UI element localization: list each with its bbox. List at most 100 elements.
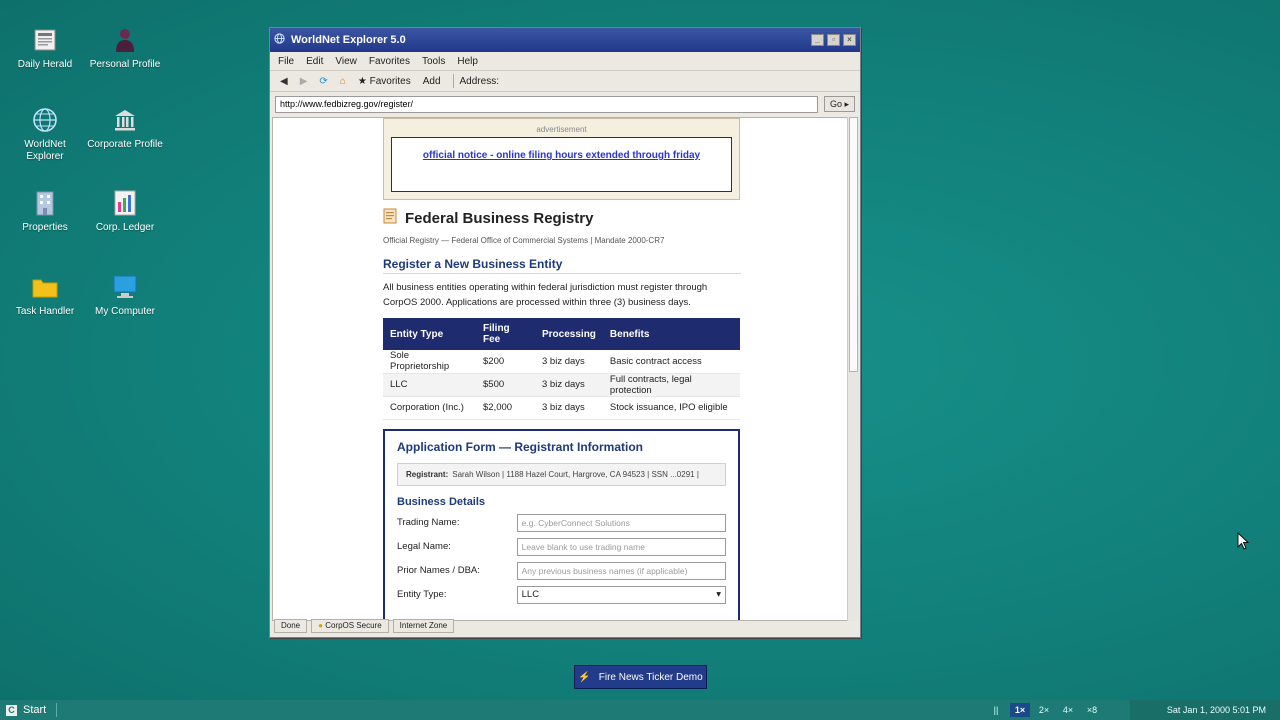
vertical-scrollbar[interactable]: [847, 117, 859, 621]
speed-2x-button[interactable]: 2×: [1034, 703, 1054, 717]
desktop-icon-corp-ledger[interactable]: Corp. Ledger: [85, 188, 165, 234]
entity-type-value: LLC: [521, 589, 540, 600]
form-row-entity-type: Entity Type: LLC ▾: [397, 585, 726, 604]
pause-button[interactable]: ||: [986, 703, 1006, 717]
back-icon[interactable]: ◀: [280, 76, 288, 87]
registrant-info: Registrant: Sarah Wilson | 1188 Hazel Co…: [397, 462, 726, 486]
add-button[interactable]: Add: [423, 76, 441, 87]
menu-file[interactable]: File: [278, 56, 294, 67]
desktop-icon-corporate-profile[interactable]: Corporate Profile: [85, 105, 165, 151]
table-cell: Corporation (Inc.): [383, 396, 476, 420]
status-bar: Done ● CorpOS Secure Internet Zone: [272, 617, 858, 635]
desktop-icon-worldnet-explorer[interactable]: WorldNet Explorer: [5, 105, 85, 163]
person-icon: [110, 25, 140, 55]
trading-name-input[interactable]: [516, 513, 726, 532]
column-header: Processing: [535, 318, 603, 350]
go-button[interactable]: Go ▸: [823, 96, 855, 112]
desktop-icon-personal-profile[interactable]: Personal Profile: [85, 25, 165, 71]
page-viewport[interactable]: advertisement official notice - online f…: [272, 117, 848, 621]
entity-fee-table: Entity Type Filing Fee Processing Benefi…: [383, 318, 740, 420]
mouse-cursor-icon: [1237, 531, 1250, 553]
speed-1x-button[interactable]: 1×: [1010, 703, 1030, 717]
desktop-icon-label: Corporate Profile: [87, 139, 163, 150]
entity-type-select[interactable]: LLC ▾: [516, 585, 726, 604]
desktop-icon-label: Corp. Ledger: [95, 222, 155, 233]
desktop-icon-label: Properties: [22, 222, 68, 233]
globe-icon: [274, 33, 285, 47]
toolbar-divider: [452, 74, 454, 88]
table-cell: Stock issuance, IPO eligible: [602, 396, 740, 420]
menu-view[interactable]: View: [335, 56, 357, 67]
table-cell: Basic contract access: [602, 350, 740, 374]
globe-icon: [30, 105, 60, 135]
chevron-down-icon: ▾: [716, 589, 721, 600]
advertisement-label: advertisement: [536, 125, 587, 134]
address-input[interactable]: [275, 95, 818, 113]
address-label: Address:: [459, 75, 499, 87]
refresh-icon[interactable]: ⟳: [319, 76, 327, 87]
form-row-legal-name: Legal Name:: [397, 537, 726, 556]
computer-icon: [110, 272, 140, 302]
desktop-icon-task-handler[interactable]: Task Handler: [5, 272, 85, 318]
home-icon[interactable]: ⌂: [340, 76, 346, 87]
menu-tools[interactable]: Tools: [422, 56, 445, 67]
desktop-icon-daily-herald[interactable]: Daily Herald: [5, 25, 85, 71]
address-row: Go ▸: [270, 92, 860, 116]
table-header-row: Entity Type Filing Fee Processing Benefi…: [383, 318, 740, 350]
minimize-button[interactable]: _: [811, 34, 824, 46]
table-cell: $500: [476, 373, 535, 397]
entity-type-label: Entity Type:: [397, 589, 447, 600]
start-button[interactable]: C Start: [0, 701, 52, 719]
fire-news-ticker-label: Fire News Ticker Demo: [598, 671, 703, 683]
browser-window: WorldNet Explorer 5.0 _ ▫ × File Edit Vi…: [269, 27, 861, 638]
taskbar: C Start || 1× 2× 4× ×8 Sat Jan 1, 2000 5…: [0, 700, 1280, 720]
table-cell: $200: [476, 350, 535, 374]
taskbar-divider: [56, 703, 58, 717]
notice-link[interactable]: official notice - online filing hours ex…: [423, 150, 700, 161]
legal-name-label: Legal Name:: [397, 541, 451, 552]
advertisement-box: advertisement official notice - online f…: [383, 118, 740, 200]
form-row-prior-names: Prior Names / DBA:: [397, 561, 726, 580]
form-row-trading-name: Trading Name:: [397, 513, 726, 532]
table-cell: Sole Proprietorship: [383, 350, 476, 374]
legal-name-input[interactable]: [516, 537, 726, 556]
desktop-icon-properties[interactable]: Properties: [5, 188, 85, 234]
start-logo-icon: C: [6, 704, 17, 716]
scrollbar-thumb[interactable]: [849, 117, 858, 372]
prior-names-input[interactable]: [516, 561, 726, 580]
menu-help[interactable]: Help: [457, 56, 478, 67]
clock[interactable]: Sat Jan 1, 2000 5:01 PM: [1167, 705, 1266, 715]
fire-news-ticker-button[interactable]: ⚡ Fire News Ticker Demo: [574, 665, 707, 689]
menu-edit[interactable]: Edit: [306, 56, 323, 67]
system-tray: Sat Jan 1, 2000 5:01 PM: [1130, 700, 1280, 720]
table-cell: LLC: [383, 373, 476, 397]
table-cell: Full contracts, legal protection: [602, 373, 740, 397]
speed-4x-button[interactable]: 4×: [1058, 703, 1078, 717]
form-title: Application Form — Registrant Informatio…: [397, 439, 644, 454]
speed-8x-button[interactable]: ×8: [1082, 703, 1102, 717]
advertisement-banner: official notice - online filing hours ex…: [391, 137, 732, 192]
maximize-button[interactable]: ▫: [827, 34, 840, 46]
registrant-value: Sarah Wilson | 1188 Hazel Court, Hargrov…: [452, 469, 699, 479]
section-heading: Register a New Business Entity: [383, 257, 741, 274]
prior-names-label: Prior Names / DBA:: [397, 565, 480, 576]
close-button[interactable]: ×: [843, 34, 856, 46]
ledger-icon: [110, 188, 140, 218]
application-form: Application Form — Registrant Informatio…: [383, 428, 740, 620]
building-icon: [30, 188, 60, 218]
window-titlebar[interactable]: WorldNet Explorer 5.0 _ ▫ ×: [270, 28, 860, 52]
table-cell: 3 biz days: [535, 373, 603, 397]
window-title: WorldNet Explorer 5.0: [291, 34, 406, 46]
page-subtitle: Official Registry — Federal Office of Co…: [383, 236, 665, 245]
folder-icon: [30, 272, 60, 302]
table-cell: 3 biz days: [535, 396, 603, 420]
desktop-icon-my-computer[interactable]: My Computer: [85, 272, 165, 318]
menu-favorites[interactable]: Favorites: [369, 56, 410, 67]
table-row: Corporation (Inc.) $2,000 3 biz days Sto…: [383, 396, 740, 420]
table-cell: $2,000: [476, 396, 535, 420]
column-header: Benefits: [602, 318, 740, 350]
forward-icon[interactable]: ▶: [300, 76, 308, 87]
favorites-button[interactable]: ★ Favorites: [358, 76, 411, 87]
newspaper-icon: [30, 25, 60, 55]
business-details-heading: Business Details: [397, 495, 486, 508]
